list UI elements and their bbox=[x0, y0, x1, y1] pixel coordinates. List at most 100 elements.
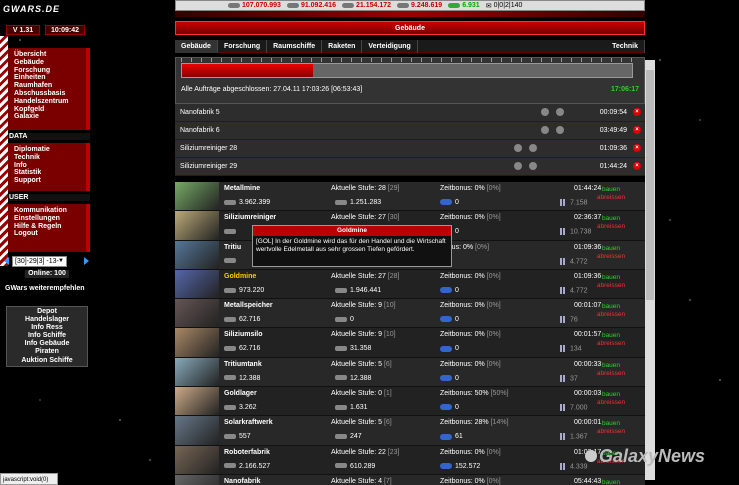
demolish-link[interactable]: abreissen bbox=[595, 428, 627, 436]
logo[interactable]: GWARS.DE bbox=[3, 4, 60, 14]
menu-kopfgeld[interactable]: Kopfgeld bbox=[14, 106, 86, 114]
submenu-auktion[interactable]: Auktion Schiffe bbox=[7, 357, 87, 365]
move-down-icon[interactable] bbox=[529, 162, 537, 170]
stats-icon[interactable] bbox=[560, 404, 567, 412]
build-link[interactable]: bauen bbox=[595, 303, 627, 311]
building-image[interactable] bbox=[175, 387, 219, 416]
building-image[interactable] bbox=[175, 357, 219, 387]
submenu-handelslager[interactable]: Handelslager bbox=[7, 316, 87, 324]
building-name[interactable]: Solarkraftwerk bbox=[224, 419, 273, 426]
build-link[interactable]: bauen bbox=[595, 362, 627, 370]
scrollbar[interactable] bbox=[645, 60, 655, 480]
menu-einstellungen[interactable]: Einstellungen bbox=[14, 215, 86, 223]
demolish-link[interactable]: abreissen bbox=[595, 194, 627, 202]
build-link[interactable]: bauen bbox=[595, 420, 627, 428]
stats-icon[interactable] bbox=[560, 228, 567, 236]
tab-verteidigung[interactable]: Verteidigung bbox=[362, 39, 418, 53]
build-link[interactable]: bauen bbox=[595, 215, 627, 223]
move-up-icon[interactable] bbox=[541, 108, 549, 116]
move-up-icon[interactable] bbox=[541, 126, 549, 134]
building-image[interactable] bbox=[175, 328, 219, 357]
stats-icon[interactable] bbox=[560, 374, 567, 382]
menu-logout[interactable]: Logout bbox=[14, 230, 86, 238]
mail-counter[interactable]: ✉ 0|0|2|140 bbox=[486, 2, 523, 10]
building-name[interactable]: Metallspeicher bbox=[224, 302, 273, 309]
building-image[interactable] bbox=[175, 240, 219, 269]
menu-gebaeude[interactable]: Gebäude bbox=[14, 59, 86, 67]
demolish-link[interactable]: abreissen bbox=[595, 223, 627, 231]
menu-raumhafen[interactable]: Raumhafen bbox=[14, 82, 86, 90]
build-link[interactable]: bauen bbox=[595, 245, 627, 253]
menu-hilfe[interactable]: Hilfe & Regeln bbox=[14, 223, 86, 231]
cancel-icon[interactable]: × bbox=[633, 108, 641, 116]
building-name[interactable]: Tritiumtank bbox=[224, 361, 262, 368]
menu-abschussbasis[interactable]: Abschussbasis bbox=[14, 90, 86, 98]
build-link[interactable]: bauen bbox=[595, 274, 627, 282]
building-name[interactable]: Metallmine bbox=[224, 185, 260, 192]
building-image[interactable] bbox=[175, 416, 219, 445]
menu-galaxie[interactable]: Galaxie bbox=[14, 113, 86, 121]
menu-kommunikation[interactable]: Kommunikation bbox=[14, 207, 86, 215]
stats-icon[interactable] bbox=[560, 462, 567, 470]
stats-icon[interactable] bbox=[560, 345, 567, 353]
scrollbar-thumb[interactable] bbox=[646, 70, 654, 300]
submenu-piraten[interactable]: Piraten bbox=[7, 348, 87, 356]
cancel-icon[interactable]: × bbox=[633, 162, 641, 170]
menu-uebersicht[interactable]: Übersicht bbox=[14, 51, 86, 59]
submenu-info-gebaeude[interactable]: Info Gebäude bbox=[7, 340, 87, 348]
demolish-link[interactable]: abreissen bbox=[595, 370, 627, 378]
build-link[interactable]: bauen bbox=[595, 479, 627, 485]
recommend-link[interactable]: GWars weiterempfehlen bbox=[5, 285, 85, 292]
building-name[interactable]: Nanofabrik bbox=[224, 478, 261, 485]
next-planet-icon[interactable] bbox=[84, 257, 89, 265]
building-name[interactable]: Roboterfabrik bbox=[224, 449, 270, 456]
build-link[interactable]: bauen bbox=[595, 391, 627, 399]
building-image[interactable] bbox=[175, 269, 219, 299]
demolish-link[interactable]: abreissen bbox=[595, 282, 627, 290]
demolish-link[interactable]: abreissen bbox=[595, 253, 627, 261]
building-name[interactable]: Siliziumreiniger bbox=[224, 214, 276, 221]
stats-icon[interactable] bbox=[560, 199, 567, 206]
stats-icon[interactable] bbox=[560, 316, 567, 324]
build-link[interactable]: bauen bbox=[595, 332, 627, 340]
prev-planet-icon[interactable] bbox=[4, 257, 9, 265]
cancel-icon[interactable]: × bbox=[633, 144, 641, 152]
tab-technik[interactable]: Technik bbox=[606, 39, 645, 53]
stats-icon[interactable] bbox=[560, 286, 567, 294]
tab-gebaeude[interactable]: Gebäude bbox=[175, 39, 218, 53]
stats-icon[interactable] bbox=[560, 433, 567, 441]
chevron-down-icon[interactable]: ▼ bbox=[58, 258, 64, 264]
menu-diplomatie[interactable]: Diplomatie bbox=[14, 146, 86, 154]
tab-forschung[interactable]: Forschung bbox=[218, 39, 268, 53]
stats-icon[interactable] bbox=[560, 257, 567, 265]
menu-statistik[interactable]: Statistik bbox=[14, 169, 86, 177]
build-link[interactable]: bauen bbox=[595, 186, 627, 194]
menu-support[interactable]: Support bbox=[14, 177, 86, 185]
move-up-icon[interactable] bbox=[514, 162, 522, 170]
building-image[interactable] bbox=[175, 299, 219, 328]
menu-info[interactable]: Info bbox=[14, 162, 86, 170]
menu-technik[interactable]: Technik bbox=[14, 154, 86, 162]
move-up-icon[interactable] bbox=[514, 144, 522, 152]
building-name[interactable]: Siliziumsilo bbox=[224, 331, 263, 338]
menu-einheiten[interactable]: Einheiten bbox=[14, 74, 86, 82]
cancel-icon[interactable]: × bbox=[633, 126, 641, 134]
building-name[interactable]: Goldlager bbox=[224, 390, 257, 397]
move-down-icon[interactable] bbox=[556, 126, 564, 134]
menu-handelszentrum[interactable]: Handelszentrum bbox=[14, 98, 86, 106]
building-image[interactable] bbox=[175, 182, 219, 211]
submenu-depot[interactable]: Depot bbox=[7, 308, 87, 316]
building-image[interactable] bbox=[175, 474, 219, 485]
building-image[interactable] bbox=[175, 211, 219, 240]
demolish-link[interactable]: abreissen bbox=[595, 311, 627, 319]
tab-raketen[interactable]: Raketen bbox=[322, 39, 363, 53]
demolish-link[interactable]: abreissen bbox=[595, 399, 627, 407]
move-down-icon[interactable] bbox=[529, 144, 537, 152]
move-down-icon[interactable] bbox=[556, 108, 564, 116]
demolish-link[interactable]: abreissen bbox=[595, 340, 627, 348]
building-image[interactable] bbox=[175, 445, 219, 474]
menu-forschung[interactable]: Forschung bbox=[14, 67, 86, 75]
submenu-info-schiffe[interactable]: Info Schiffe bbox=[7, 332, 87, 340]
building-name[interactable]: Tritiu bbox=[224, 244, 241, 251]
submenu-info-ress[interactable]: Info Ress bbox=[7, 324, 87, 332]
